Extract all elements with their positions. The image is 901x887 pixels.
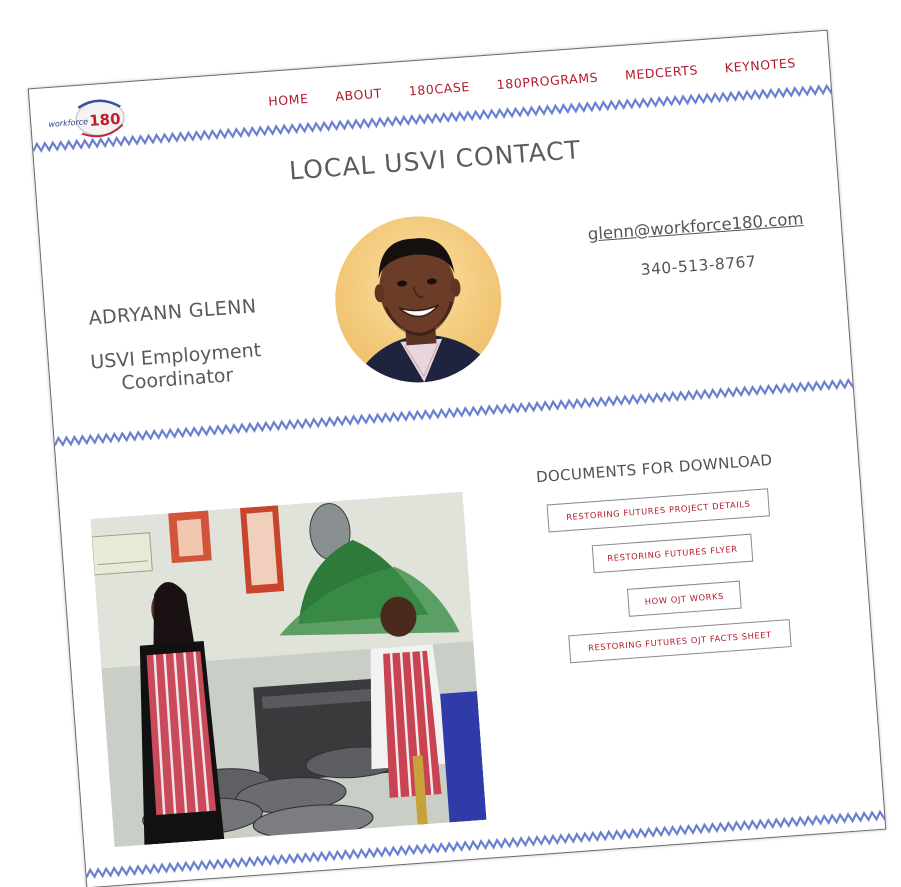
contact-portrait-photo [329, 210, 508, 389]
kitchen-staff-photo [90, 491, 487, 848]
screenshot-stage: workforce 180 HOME ABOUT 180CASE 180PROG… [0, 0, 901, 887]
doc-ojt-works-button[interactable]: HOW OJT WORKS [626, 580, 742, 617]
nav-home[interactable]: HOME [268, 91, 309, 109]
contact-role: USVI Employment Coordinator [70, 338, 283, 399]
nav-180case[interactable]: 180CASE [408, 79, 470, 98]
nav-180programs[interactable]: 180PROGRAMS [496, 70, 598, 92]
web-page: workforce 180 HOME ABOUT 180CASE 180PROG… [27, 29, 887, 887]
nav-keynotes[interactable]: KEYNOTES [724, 55, 796, 75]
doc-project-details-button[interactable]: RESTORING FUTURES PROJECT DETAILS [546, 488, 771, 533]
documents-section-title: DOCUMENTS FOR DOWNLOAD [535, 450, 774, 487]
contact-name: ADRYANN GLENN [87, 295, 258, 330]
contact-phone: 340-513-8767 [640, 252, 757, 280]
nav-medcerts[interactable]: MEDCERTS [624, 62, 698, 82]
nav-about[interactable]: ABOUT [335, 86, 383, 104]
doc-flyer-button[interactable]: RESTORING FUTURES FLYER [591, 533, 754, 574]
contact-email-link[interactable]: glenn@workforce180.com [580, 209, 811, 245]
doc-ojt-facts-sheet-button[interactable]: RESTORING FUTURES OJT FACTS SHEET [568, 619, 792, 664]
logo-number-text: 180 [89, 110, 122, 130]
